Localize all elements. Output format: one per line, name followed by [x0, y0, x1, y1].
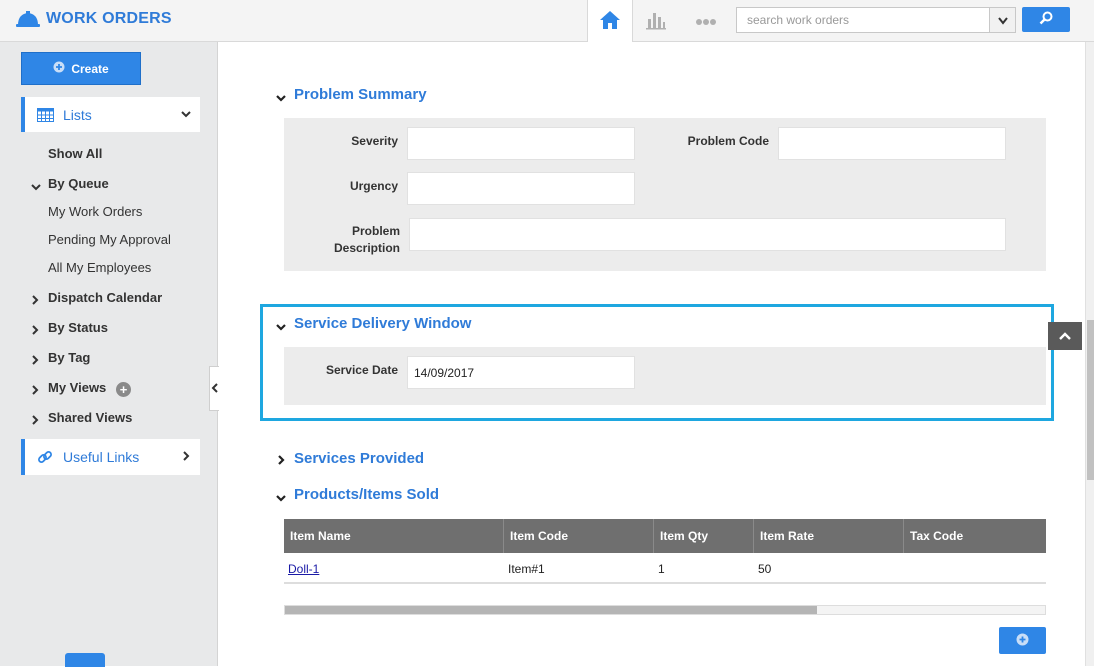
sidebar-item-my-work-orders[interactable]: My Work Orders	[48, 204, 142, 219]
bar-chart-icon	[645, 10, 667, 33]
problem-description-label-line1: Problem	[351, 224, 400, 238]
chevron-down-icon[interactable]	[275, 492, 287, 504]
sidebar-item-my-views[interactable]: My Views	[48, 380, 106, 395]
sidebar-item-by-status[interactable]: By Status	[48, 320, 108, 335]
service-delivery-panel: Service Date 14/09/2017	[284, 347, 1046, 405]
products-items-sold-title[interactable]: Products/Items Sold	[294, 486, 439, 503]
chevron-left-icon	[211, 381, 219, 396]
service-date-label: Service Date	[325, 363, 398, 377]
main-content: Problem Summary Severity Problem Code Ur…	[219, 42, 1085, 666]
search-scope-dropdown[interactable]	[989, 8, 1015, 32]
search-button[interactable]	[1022, 7, 1070, 32]
sidebar-item-shared-views[interactable]: Shared Views	[48, 410, 132, 425]
sidebar-item-pending-my-approval[interactable]: Pending My Approval	[48, 232, 171, 247]
chevron-down-icon[interactable]	[275, 92, 287, 104]
home-button[interactable]	[587, 0, 633, 42]
useful-links-panel-header[interactable]: Useful Links	[21, 439, 200, 475]
chevron-right-icon[interactable]	[30, 353, 40, 365]
sidebar-item-all-my-employees[interactable]: All My Employees	[48, 260, 151, 275]
column-header-item-qty[interactable]: Item Qty	[654, 519, 754, 553]
cell-item-qty: 1	[658, 561, 665, 576]
table-row: Doll-1 Item#1 1 50	[284, 553, 1046, 584]
lists-panel-header[interactable]: Lists	[21, 97, 200, 132]
column-header-tax-code[interactable]: Tax Code	[904, 519, 1046, 553]
top-bar: WORK ORDERS	[0, 0, 1094, 42]
problem-code-field[interactable]	[778, 127, 1006, 160]
add-view-button[interactable]: +	[116, 382, 131, 397]
problem-summary-title[interactable]: Problem Summary	[294, 86, 427, 103]
service-date-field[interactable]: 14/09/2017	[407, 356, 635, 389]
chevron-right-icon[interactable]	[30, 323, 40, 335]
chevron-right-icon[interactable]	[275, 454, 287, 466]
scrollbar-thumb[interactable]	[1087, 320, 1094, 480]
problem-description-field[interactable]	[409, 218, 1006, 251]
create-button[interactable]: Create	[21, 52, 141, 85]
problem-description-label-line2: Description	[333, 241, 400, 255]
service-delivery-window-title[interactable]: Service Delivery Window	[294, 315, 471, 332]
hard-hat-icon	[16, 9, 40, 29]
chevron-down-icon[interactable]	[275, 321, 287, 333]
table-horizontal-scrollbar[interactable]	[284, 605, 1046, 615]
app-title: WORK ORDERS	[46, 10, 172, 27]
chevron-right-icon[interactable]	[30, 413, 40, 425]
cell-item-code: Item#1	[508, 561, 545, 576]
problem-code-label: Problem Code	[687, 134, 769, 148]
calendar-grid-icon	[36, 107, 54, 123]
sidebar-item-dispatch-calendar[interactable]: Dispatch Calendar	[48, 290, 162, 305]
severity-label: Severity	[351, 134, 398, 148]
add-item-button[interactable]	[999, 627, 1046, 654]
page-vertical-scrollbar[interactable]	[1085, 42, 1094, 666]
search-icon	[1039, 11, 1053, 28]
search-box	[736, 7, 1016, 33]
chevron-up-icon	[1058, 329, 1072, 344]
lists-label: Lists	[63, 106, 92, 123]
problem-summary-panel: Severity Problem Code Urgency Problem De…	[284, 118, 1046, 271]
cell-tax-code	[904, 553, 1046, 584]
sidebar-item-by-tag[interactable]: By Tag	[48, 350, 90, 365]
sidebar-item-show-all[interactable]: Show All	[48, 146, 102, 161]
scrollbar-thumb[interactable]	[285, 606, 817, 614]
more-button[interactable]	[692, 11, 720, 31]
item-name-link[interactable]: Doll-1	[288, 562, 319, 576]
scroll-to-top-button[interactable]	[1048, 322, 1082, 350]
useful-links-label: Useful Links	[63, 449, 140, 465]
sidebar-footer-tab[interactable]	[65, 653, 105, 667]
more-dots-icon	[695, 14, 717, 29]
chevron-right-icon[interactable]	[30, 293, 40, 305]
chevron-down-icon[interactable]	[31, 180, 41, 191]
plus-circle-icon	[1016, 633, 1029, 649]
sidebar: Create Lists Show All By Queue My Work O…	[0, 42, 218, 667]
services-provided-title[interactable]: Services Provided	[294, 450, 424, 467]
link-icon	[36, 449, 54, 465]
urgency-field[interactable]	[407, 172, 635, 205]
reports-button[interactable]	[642, 9, 670, 33]
products-table-header: Item Name Item Code Item Qty Item Rate T…	[284, 519, 1046, 553]
plus-circle-icon	[53, 61, 65, 76]
chevron-down-icon	[997, 13, 1008, 28]
create-button-label: Create	[71, 61, 109, 76]
chevron-right-icon	[180, 450, 192, 462]
search-input[interactable]	[737, 8, 991, 32]
chevron-right-icon[interactable]	[30, 383, 40, 395]
cell-item-rate: 50	[758, 561, 772, 576]
cell-item-name: Doll-1	[284, 553, 504, 584]
column-header-item-name[interactable]: Item Name	[284, 519, 504, 553]
column-header-item-rate[interactable]: Item Rate	[754, 519, 904, 553]
home-icon	[599, 10, 621, 33]
chevron-down-icon	[180, 108, 192, 120]
sidebar-item-by-queue[interactable]: By Queue	[48, 176, 109, 191]
column-header-item-code[interactable]: Item Code	[504, 519, 654, 553]
urgency-label: Urgency	[349, 179, 398, 193]
problem-description-label: Problem Description	[304, 223, 400, 257]
severity-field[interactable]	[407, 127, 635, 160]
